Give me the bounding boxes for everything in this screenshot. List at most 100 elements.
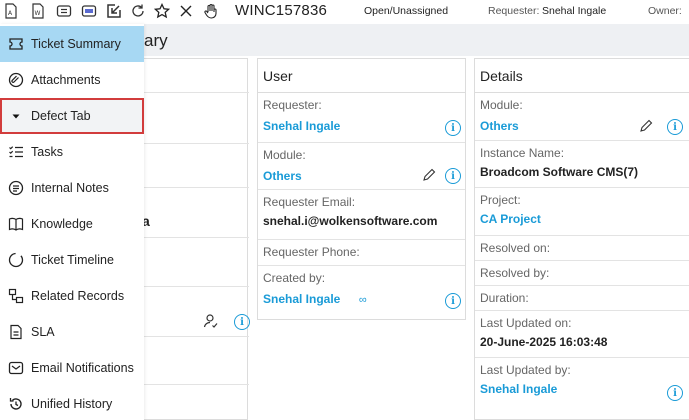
page-title: ary [144, 31, 168, 50]
sidebar-item-internal-notes[interactable]: Internal Notes [0, 170, 144, 206]
project-value[interactable]: CA Project [480, 212, 689, 226]
module-value[interactable]: Others [480, 119, 689, 133]
phone-field: Requester Phone: [258, 240, 465, 266]
info-icon[interactable]: i [445, 168, 461, 184]
sidebar-item-attachments[interactable]: Attachments [0, 62, 144, 98]
sidebar-item-unified-history[interactable]: Unified History [0, 386, 144, 420]
sidebar-item-related-records[interactable]: Related Records [0, 278, 144, 314]
sidebar-item-knowledge[interactable]: Knowledge [0, 206, 144, 242]
resolved-by-label: Resolved by: [480, 266, 550, 280]
notes-icon [7, 179, 25, 197]
project-label: Project: [480, 193, 521, 207]
sidebar-item-label: Defect Tab [31, 109, 91, 123]
module-label: Module: [263, 148, 306, 162]
last-updated-on-label: Last Updated on: [480, 316, 572, 330]
sidebar-item-email-notifications[interactable]: Email Notifications [0, 350, 144, 386]
export-icon[interactable] [105, 2, 123, 20]
last-updated-on-value: 20-June-2025 16:03:48 [480, 335, 608, 349]
phone-label: Requester Phone: [263, 245, 360, 259]
info-icon[interactable]: i [234, 314, 250, 330]
info-icon[interactable]: i [445, 120, 461, 136]
timeline-icon [7, 251, 25, 269]
sidebar-item-label: Knowledge [31, 217, 93, 231]
requester-field: Requester: Snehal Ingale i [258, 93, 465, 143]
sidebar-item-label: Attachments [31, 73, 101, 87]
sidebar-item-tasks[interactable]: Tasks [0, 134, 144, 170]
svg-text:A: A [8, 10, 13, 17]
sidebar-item-label: Ticket Summary [31, 37, 121, 51]
caret-down-icon [7, 107, 25, 125]
info-icon[interactable]: i [445, 293, 461, 309]
owner-label: Owner: [648, 5, 682, 17]
duration-field: Duration: [475, 286, 689, 311]
details-card: Details Module: Others i Instance Name: … [474, 58, 689, 420]
email-label: Requester Email: [263, 195, 356, 209]
sidebar-item-label: Ticket Timeline [31, 253, 114, 267]
email-icon [7, 359, 25, 377]
resolved-on-label: Resolved on: [480, 241, 551, 255]
top-toolbar: A W WINC157836 Open/Unassigned Requester… [0, 0, 689, 24]
attachment-icon [7, 71, 25, 89]
requester-label: Requester: [488, 5, 540, 17]
history-icon [7, 395, 25, 413]
merge-icon[interactable] [55, 2, 73, 20]
email-field: Requester Email: snehal.i@wolkensoftware… [258, 190, 465, 240]
last-updated-by-link[interactable]: Snehal Ingale [480, 382, 689, 396]
pdf-icon[interactable]: A [2, 2, 20, 20]
user-card: User Requester: Snehal Ingale i Module: … [257, 58, 466, 320]
requester-label: Requester: [263, 98, 322, 112]
project-field: Project: CA Project [475, 188, 689, 236]
requester-name: Snehal Ingale [542, 5, 607, 17]
created-by-link[interactable]: Snehal Ingale [263, 292, 340, 306]
module-label: Module: [480, 98, 523, 112]
sidebar-item-label: Tasks [31, 145, 63, 159]
resolved-by-field: Resolved by: [475, 261, 689, 286]
requester-link[interactable]: Snehal Ingale [263, 119, 465, 133]
user-card-title: User [258, 59, 465, 93]
details-card-title: Details [475, 59, 689, 93]
link-icon[interactable]: ∞ [359, 294, 367, 306]
duration-label: Duration: [480, 291, 529, 305]
info-icon[interactable]: i [667, 385, 683, 401]
instance-field: Instance Name: Broadcom Software CMS(7) [475, 141, 689, 188]
created-by-field: Created by: Snehal Ingale ∞ i [258, 266, 465, 318]
hand-icon[interactable] [202, 2, 220, 20]
related-icon [7, 287, 25, 305]
instance-label: Instance Name: [480, 146, 565, 160]
last-updated-on-field: Last Updated on: 20-June-2025 16:03:48 [475, 311, 689, 358]
sidebar-item-label: Email Notifications [31, 361, 134, 375]
sla-icon [7, 323, 25, 341]
sidebar-item-ticket-timeline[interactable]: Ticket Timeline [0, 242, 144, 278]
ticket-id: WINC157836 [235, 2, 328, 19]
info-icon[interactable]: i [667, 119, 683, 135]
close-icon[interactable] [177, 2, 195, 20]
edit-icon[interactable] [422, 168, 436, 182]
sidebar-menu: Ticket Summary Attachments Defect Tab Ta… [0, 24, 144, 420]
created-by-label: Created by: [263, 271, 326, 285]
resolved-on-field: Resolved on: [475, 236, 689, 261]
last-updated-by-label: Last Updated by: [480, 363, 571, 377]
assign-user-icon[interactable] [203, 313, 219, 329]
ticket-icon [7, 35, 25, 53]
book-icon [7, 215, 25, 233]
instance-value: Broadcom Software CMS(7) [480, 165, 639, 179]
last-updated-by-field: Last Updated by: Snehal Ingale i [475, 358, 689, 408]
sidebar-item-label: Related Records [31, 289, 125, 303]
email-value: snehal.i@wolkensoftware.com [263, 214, 438, 228]
tasks-icon [7, 143, 25, 161]
sidebar-item-label: Internal Notes [31, 181, 109, 195]
sidebar-item-sla[interactable]: SLA [0, 314, 144, 350]
svg-text:W: W [35, 10, 41, 17]
sidebar-item-defect-tab[interactable]: Defect Tab [0, 98, 144, 134]
edit-icon[interactable] [639, 119, 653, 133]
star-icon[interactable] [153, 2, 171, 20]
sidebar-item-ticket-summary[interactable]: Ticket Summary [0, 26, 144, 62]
refresh-icon[interactable] [129, 2, 147, 20]
details-module-field: Module: Others i [475, 93, 689, 141]
word-icon[interactable]: W [29, 2, 47, 20]
ticket-icon[interactable] [80, 2, 98, 20]
sidebar-item-label: Unified History [31, 397, 113, 411]
module-field: Module: Others i [258, 143, 465, 190]
status-badge: Open/Unassigned [364, 5, 449, 17]
sidebar-item-label: SLA [31, 325, 55, 339]
